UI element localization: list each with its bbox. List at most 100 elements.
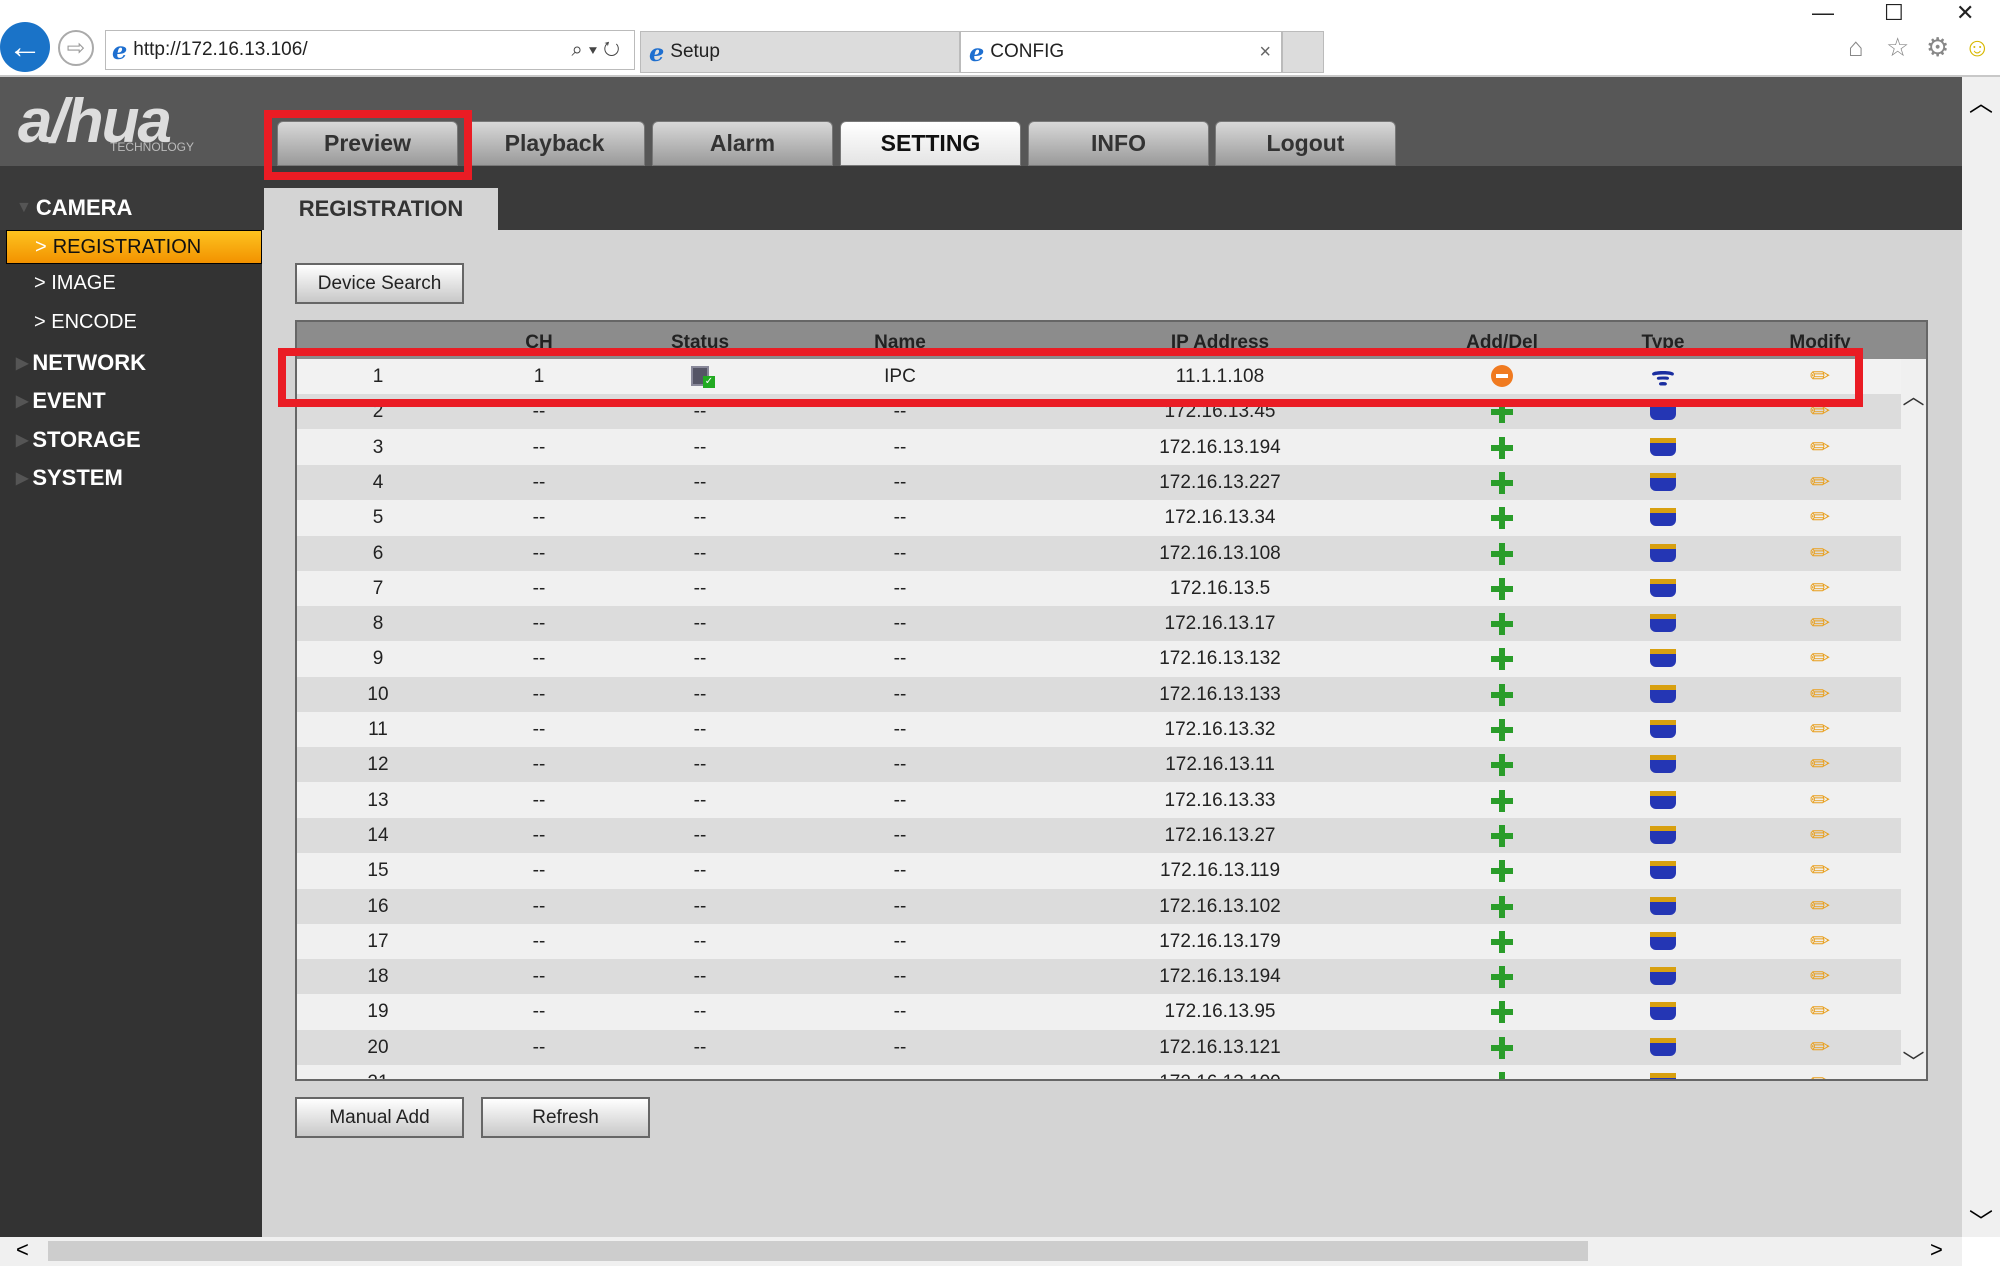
scroll-down-icon[interactable]: ﹀ xyxy=(1901,1045,1926,1077)
add-icon[interactable] xyxy=(1491,747,1513,782)
table-row[interactable]: 18 -- -- -- 172.16.13.194 ✏ xyxy=(297,959,1901,995)
add-icon[interactable] xyxy=(1491,959,1513,994)
table-row[interactable]: 9 -- -- -- 172.16.13.132 ✏ xyxy=(297,641,1901,677)
page-tab-registration[interactable]: REGISTRATION xyxy=(264,188,498,230)
star-icon[interactable]: ☆ xyxy=(1886,32,1909,63)
table-row[interactable]: 13 -- -- -- 172.16.13.33 ✏ xyxy=(297,782,1901,818)
home-icon[interactable]: ⌂ xyxy=(1848,32,1864,63)
scroll-left-icon[interactable]: < xyxy=(16,1237,29,1263)
browser-tab-config[interactable]: e CONFIG × xyxy=(960,31,1282,73)
sidebar-item-network[interactable]: ▶ NETWORK xyxy=(16,350,146,376)
add-icon[interactable] xyxy=(1491,465,1513,500)
sidebar-item-encode[interactable]: > ENCODE xyxy=(34,311,137,334)
forward-button[interactable]: ⇨ xyxy=(58,30,94,66)
scroll-right-icon[interactable]: > xyxy=(1930,1237,1943,1263)
table-row[interactable]: 12 -- -- -- 172.16.13.11 ✏ xyxy=(297,747,1901,783)
edit-pencil-icon[interactable]: ✏ xyxy=(1810,924,1830,959)
tab-playback[interactable]: Playback xyxy=(464,121,645,166)
add-icon[interactable] xyxy=(1491,606,1513,641)
table-row[interactable]: 10 -- -- -- 172.16.13.133 ✏ xyxy=(297,676,1901,712)
close-tab-icon[interactable]: × xyxy=(1259,41,1271,64)
add-icon[interactable] xyxy=(1491,536,1513,571)
table-row[interactable]: 11 -- -- -- 172.16.13.32 ✏ xyxy=(297,712,1901,747)
page-vertical-scrollbar[interactable]: ︿ ﹀ xyxy=(1962,77,2000,1237)
new-tab-button[interactable] xyxy=(1282,31,1324,73)
edit-pencil-icon[interactable]: ✏ xyxy=(1810,606,1830,641)
minimize-button[interactable]: — xyxy=(1812,0,1834,26)
table-row[interactable]: 8 -- -- -- 172.16.13.17 ✏ xyxy=(297,606,1901,642)
table-row[interactable]: 19 -- -- -- 172.16.13.95 ✏ xyxy=(297,994,1901,1030)
edit-pencil-icon[interactable]: ✏ xyxy=(1810,677,1830,712)
edit-pencil-icon[interactable]: ✏ xyxy=(1810,818,1830,853)
edit-pencil-icon[interactable]: ✏ xyxy=(1810,853,1830,888)
manual-add-button[interactable]: Manual Add xyxy=(295,1097,464,1138)
edit-pencil-icon[interactable]: ✏ xyxy=(1810,783,1830,818)
address-bar[interactable]: e http://172.16.13.106/ ⌕▾↻ xyxy=(105,30,635,70)
horizontal-scroll-thumb[interactable] xyxy=(48,1241,1588,1261)
sidebar-item-system[interactable]: ▶ SYSTEM xyxy=(16,465,123,491)
sidebar-item-registration[interactable]: > REGISTRATION xyxy=(6,230,262,264)
table-row[interactable]: 3 -- -- -- 172.16.13.194 ✏ xyxy=(297,429,1901,465)
sidebar-item-image[interactable]: > IMAGE xyxy=(34,272,116,295)
add-icon[interactable] xyxy=(1491,571,1513,606)
sidebar-item-camera[interactable]: ▼ CAMERA xyxy=(16,195,132,221)
add-icon[interactable] xyxy=(1491,889,1513,924)
device-search-button[interactable]: Device Search xyxy=(295,263,464,304)
add-icon[interactable] xyxy=(1491,994,1513,1029)
sidebar-item-event[interactable]: ▶ EVENT xyxy=(16,388,106,414)
refresh-button[interactable]: Refresh xyxy=(481,1097,650,1138)
table-row[interactable]: 21 172.16.13.100 ✏ xyxy=(297,1065,1901,1079)
table-scrollbar[interactable]: ︿ ﹀ xyxy=(1901,359,1926,1079)
channel: -- xyxy=(532,471,546,493)
tab-info[interactable]: INFO xyxy=(1028,121,1209,166)
sidebar-item-storage[interactable]: ▶ STORAGE xyxy=(16,427,141,453)
add-icon[interactable] xyxy=(1491,853,1513,888)
table-row[interactable]: 5 -- -- -- 172.16.13.34 ✏ xyxy=(297,500,1901,536)
tab-setting[interactable]: SETTING xyxy=(840,121,1021,166)
table-row[interactable]: 6 -- -- -- 172.16.13.108 ✏ xyxy=(297,535,1901,571)
scroll-up-icon[interactable]: ︿ xyxy=(1962,83,2000,118)
maximize-button[interactable]: ☐ xyxy=(1884,0,1904,26)
gear-icon[interactable]: ⚙ xyxy=(1926,32,1949,63)
back-button[interactable]: ← xyxy=(0,22,50,72)
edit-pencil-icon[interactable]: ✏ xyxy=(1810,465,1830,500)
table-row[interactable]: 15 -- -- -- 172.16.13.119 ✏ xyxy=(297,853,1901,889)
table-row[interactable]: 20 -- -- -- 172.16.13.121 ✏ xyxy=(297,1029,1901,1065)
edit-pencil-icon[interactable]: ✏ xyxy=(1810,994,1830,1029)
edit-pencil-icon[interactable]: ✏ xyxy=(1810,641,1830,676)
row-number: 4 xyxy=(372,471,384,493)
tab-logout[interactable]: Logout xyxy=(1215,121,1396,166)
edit-pencil-icon[interactable]: ✏ xyxy=(1810,536,1830,571)
table-row[interactable]: 14 -- -- -- 172.16.13.27 ✏ xyxy=(297,817,1901,853)
scroll-up-icon[interactable]: ︿ xyxy=(1901,379,1926,411)
table-row[interactable]: 7 -- -- -- 172.16.13.5 ✏ xyxy=(297,570,1901,606)
tab-alarm[interactable]: Alarm xyxy=(652,121,833,166)
edit-pencil-icon[interactable]: ✏ xyxy=(1810,430,1830,465)
table-row[interactable]: 16 -- -- -- 172.16.13.102 ✏ xyxy=(297,888,1901,924)
edit-pencil-icon[interactable]: ✏ xyxy=(1810,747,1830,782)
edit-pencil-icon[interactable]: ✏ xyxy=(1810,959,1830,994)
scroll-down-icon[interactable]: ﹀ xyxy=(1962,1202,2000,1237)
edit-pencil-icon[interactable]: ✏ xyxy=(1810,1065,1830,1079)
edit-pencil-icon[interactable]: ✏ xyxy=(1810,571,1830,606)
table-row[interactable]: 17 -- -- -- 172.16.13.179 ✏ xyxy=(297,923,1901,959)
add-icon[interactable] xyxy=(1491,783,1513,818)
search-refresh-icons[interactable]: ⌕▾↻ xyxy=(572,39,626,62)
close-window-button[interactable]: ✕ xyxy=(1956,0,1974,26)
table-row[interactable]: 4 -- -- -- 172.16.13.227 ✏ xyxy=(297,464,1901,500)
browser-tab-setup[interactable]: e Setup xyxy=(640,31,960,73)
add-icon[interactable] xyxy=(1491,1065,1513,1079)
add-icon[interactable] xyxy=(1491,924,1513,959)
smiley-icon[interactable]: ☺ xyxy=(1964,32,1991,63)
add-icon[interactable] xyxy=(1491,677,1513,712)
add-icon[interactable] xyxy=(1491,1030,1513,1065)
add-icon[interactable] xyxy=(1491,500,1513,535)
add-icon[interactable] xyxy=(1491,430,1513,465)
edit-pencil-icon[interactable]: ✏ xyxy=(1810,889,1830,924)
edit-pencil-icon[interactable]: ✏ xyxy=(1810,1030,1830,1065)
add-icon[interactable] xyxy=(1491,818,1513,853)
add-icon[interactable] xyxy=(1491,712,1513,747)
edit-pencil-icon[interactable]: ✏ xyxy=(1810,712,1830,747)
add-icon[interactable] xyxy=(1491,641,1513,676)
edit-pencil-icon[interactable]: ✏ xyxy=(1810,500,1830,535)
